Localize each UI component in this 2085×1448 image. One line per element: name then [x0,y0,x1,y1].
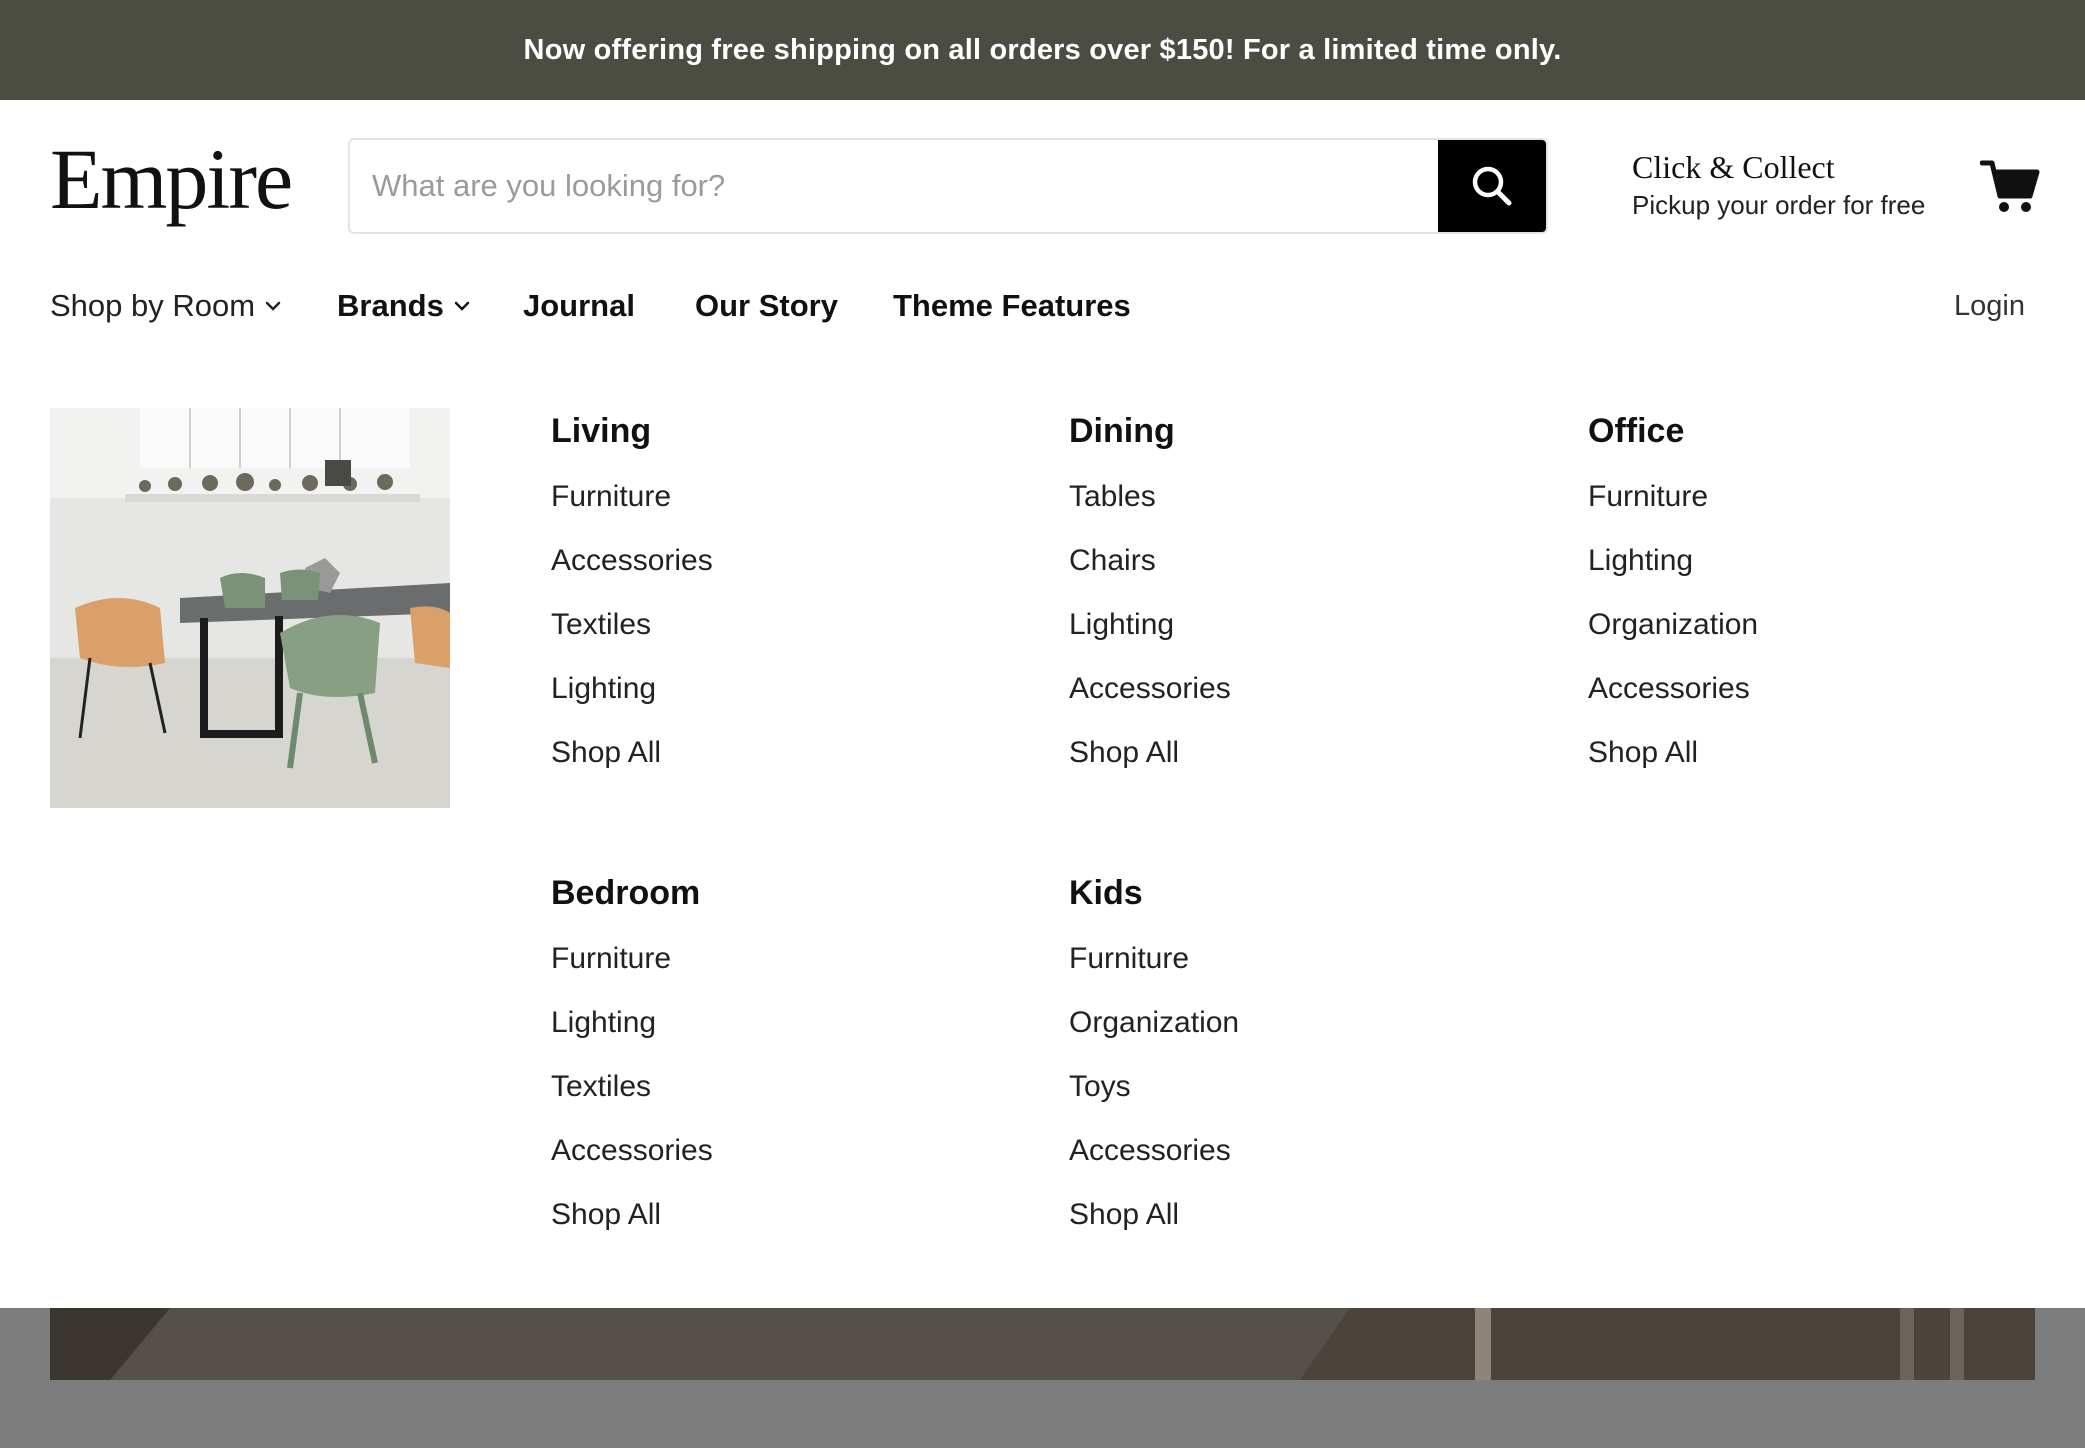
menu-link[interactable]: Accessories [1069,669,1231,733]
menu-link[interactable]: Shop All [1069,733,1231,797]
chevron-down-icon [454,301,470,311]
menu-column-bedroom: Bedroom Furniture Lighting Textiles Acce… [551,874,713,1259]
menu-heading-office[interactable]: Office [1588,412,1758,451]
nav-item-label: Theme Features [893,288,1131,323]
menu-link[interactable]: Textiles [551,1067,713,1131]
menu-link[interactable]: Furniture [1588,477,1758,541]
main-navigation: Shop by Room Brands Journal Our Story Th… [0,272,2085,352]
menu-link[interactable]: Lighting [1588,541,1758,605]
menu-link[interactable]: Lighting [551,1003,713,1067]
menu-link[interactable]: Shop All [1588,733,1758,797]
menu-link[interactable]: Organization [1069,1003,1239,1067]
nav-item-label: Shop by Room [50,288,256,323]
featured-room-image[interactable] [50,408,450,808]
announcement-text: Now offering free shipping on all orders… [523,33,1562,66]
menu-link[interactable]: Textiles [551,605,713,669]
menu-heading-kids[interactable]: Kids [1069,874,1239,913]
menu-link[interactable]: Accessories [1069,1131,1239,1195]
nav-shop-by-room[interactable]: Shop by Room [50,288,281,324]
menu-link[interactable]: Furniture [1069,939,1239,1003]
menu-link[interactable]: Accessories [551,1131,713,1195]
menu-heading-bedroom[interactable]: Bedroom [551,874,713,913]
menu-link[interactable]: Accessories [551,541,713,605]
search-icon [1472,166,1512,206]
menu-link[interactable]: Tables [1069,477,1231,541]
menu-heading-living[interactable]: Living [551,412,713,451]
hero-image-fragment [50,1308,2035,1380]
announcement-bar: Now offering free shipping on all orders… [0,0,2085,100]
nav-brands[interactable]: Brands [337,288,470,324]
site-header: Empire Click & Collect Pickup your order… [0,100,2085,272]
page-overlay[interactable] [0,1308,2085,1448]
menu-link[interactable]: Furniture [551,939,713,1003]
menu-column-kids: Kids Furniture Organization Toys Accesso… [1069,874,1239,1259]
menu-link[interactable]: Toys [1069,1067,1239,1131]
menu-column-dining: Dining Tables Chairs Lighting Accessorie… [1069,412,1231,797]
click-and-collect[interactable]: Click & Collect Pickup your order for fr… [1632,148,1925,221]
nav-our-story[interactable]: Our Story [695,288,838,324]
hero-banner-image [50,1308,2035,1380]
login-link[interactable]: Login [1954,290,2025,323]
search-input[interactable] [350,140,1438,232]
menu-link[interactable]: Shop All [1069,1195,1239,1259]
menu-link[interactable]: Accessories [1588,669,1758,733]
cart-icon [1979,160,2040,212]
menu-link[interactable]: Furniture [551,477,713,541]
menu-link[interactable]: Lighting [1069,605,1231,669]
chevron-down-icon [265,301,281,311]
cart-button[interactable] [1979,158,2040,216]
menu-link[interactable]: Organization [1588,605,1758,669]
menu-link[interactable]: Shop All [551,1195,713,1259]
menu-link[interactable]: Chairs [1069,541,1231,605]
nav-item-label: Journal [523,288,635,323]
search-bar [348,138,1548,234]
click-collect-subtitle: Pickup your order for free [1632,190,1926,221]
click-collect-title: Click & Collect [1632,149,1835,185]
menu-column-living: Living Furniture Accessories Textiles Li… [551,412,713,797]
nav-journal[interactable]: Journal [523,288,635,324]
mega-menu: Living Furniture Accessories Textiles Li… [0,352,2085,1308]
nav-theme-features[interactable]: Theme Features [893,288,1131,324]
search-button[interactable] [1438,140,1546,232]
nav-item-label: Our Story [695,288,838,323]
menu-link[interactable]: Lighting [551,669,713,733]
menu-column-office: Office Furniture Lighting Organization A… [1588,412,1758,797]
site-logo[interactable]: Empire [50,136,293,222]
nav-item-label: Brands [337,288,444,323]
dining-room-illustration [50,408,450,808]
menu-link[interactable]: Shop All [551,733,713,797]
menu-heading-dining[interactable]: Dining [1069,412,1231,451]
